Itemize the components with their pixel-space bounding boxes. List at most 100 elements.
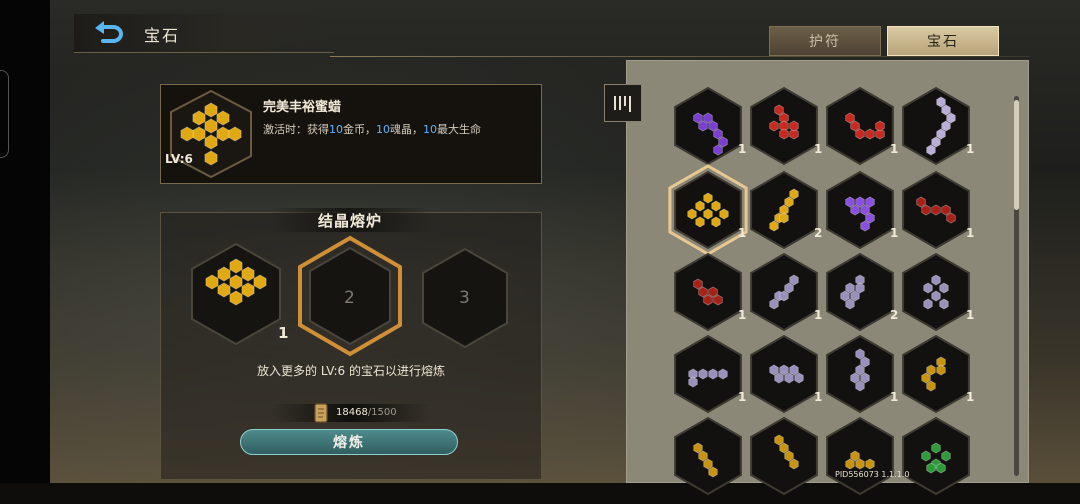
gem-cell [713, 128, 723, 140]
gem-cell [845, 196, 855, 208]
gem-cell [241, 266, 255, 282]
gem-count: 1 [966, 142, 975, 156]
smelt-cost: 18468/1500 [336, 407, 397, 418]
gem-cell [192, 126, 206, 142]
gem-description: 激活时：获得10金币，10魂晶，10最大生命 [263, 123, 481, 136]
gem-cell [688, 376, 698, 388]
furnace-hint: 放入更多的 LV:6 的宝石以进行熔炼 [257, 364, 445, 378]
gem-cell [850, 450, 860, 462]
sort-button[interactable] [604, 84, 642, 122]
gem-cell [713, 294, 723, 306]
gem-cell [217, 282, 231, 298]
gem-cell [769, 120, 779, 132]
furnace-slot-2-label: 2 [344, 288, 355, 308]
smelt-button[interactable]: 熔炼 [240, 429, 458, 455]
gem-cell [693, 442, 703, 454]
gem-cell [941, 204, 951, 216]
scrollbar-thumb[interactable] [1014, 100, 1019, 210]
selected-gem-icon [170, 89, 252, 179]
furnace-slot-1[interactable] [186, 240, 286, 348]
gem-cell [708, 286, 718, 298]
gem-cell [204, 150, 218, 166]
gem-cell [789, 364, 799, 376]
gem-cell [865, 196, 875, 208]
gem-cell [204, 118, 218, 134]
gem-cell [855, 128, 865, 140]
gem-cell [241, 282, 255, 298]
gem-cell [217, 266, 231, 282]
gem-cell [855, 196, 865, 208]
gem-cell [180, 126, 194, 142]
gem-cell [253, 274, 267, 290]
gem-cell [875, 120, 885, 132]
build-id: PID556073 1.1.1.0 [835, 470, 910, 479]
gem-cell [695, 200, 705, 212]
gem-cell [718, 368, 728, 380]
furnace-slot-1-count: 1 [278, 324, 289, 342]
gem-cell [784, 196, 794, 208]
gem-cell [946, 112, 956, 124]
gem-cell [216, 126, 230, 142]
gem-slot[interactable] [891, 408, 981, 504]
gem-cell [926, 144, 936, 156]
screen-notch [0, 70, 9, 158]
gem-cell [931, 204, 941, 216]
gem-cell [698, 120, 708, 132]
tab-amulet[interactable]: 护符 [769, 26, 881, 56]
gem-cell [860, 356, 870, 368]
gem-cell [845, 298, 855, 310]
gem-cell [703, 458, 713, 470]
tab-gem[interactable]: 宝石 [887, 26, 999, 56]
gem-cell [713, 144, 723, 156]
gem-cell [946, 212, 956, 224]
gem-cell [921, 450, 931, 462]
gem-cell [865, 458, 875, 470]
gem-cell [229, 290, 243, 306]
gem-cell [794, 372, 804, 384]
gem-slot[interactable] [891, 78, 981, 174]
gem-cell [784, 372, 794, 384]
gem-level: LV:6 [165, 152, 193, 166]
gem-cell [204, 134, 218, 150]
gem-cell [931, 274, 941, 286]
gem-cell [931, 136, 941, 148]
gem-cell [718, 136, 728, 148]
gem-cell [708, 466, 718, 478]
gem-cell [695, 216, 705, 228]
gem-cell [703, 208, 713, 220]
gem-cell [850, 120, 860, 132]
gem-cell [789, 274, 799, 286]
header-divider [330, 56, 1030, 57]
gem-cell [779, 290, 789, 302]
gem-cell [936, 128, 946, 140]
gem-cell [926, 380, 936, 392]
gem-cell [774, 372, 784, 384]
gem-count: 1 [966, 308, 975, 322]
gem-cell [693, 278, 703, 290]
gem-cell [769, 220, 779, 232]
gem-cell [855, 282, 865, 294]
gem-cell [703, 294, 713, 306]
scroll-cost-icon [314, 403, 328, 423]
gem-cell [855, 364, 865, 376]
gem-cell [708, 368, 718, 380]
gem-cell [769, 364, 779, 376]
gem-cell [192, 110, 206, 126]
gem-cell [941, 120, 951, 132]
gem-cell [860, 220, 870, 232]
gem-slot-frame [674, 252, 742, 332]
gem-count: 1 [966, 226, 975, 240]
gem-cell [860, 204, 870, 216]
gem-cell [229, 274, 243, 290]
gem-cell [789, 120, 799, 132]
gem-cell [855, 458, 865, 470]
gem-slot-frame [826, 170, 894, 250]
gem-cell [216, 110, 230, 126]
back-button[interactable] [88, 20, 128, 48]
gem-cell [941, 104, 951, 116]
gem-cell [916, 196, 926, 208]
gem-count: 1 [966, 390, 975, 404]
gem-cell [865, 128, 875, 140]
gem-cell [711, 216, 721, 228]
gem-cell [840, 290, 850, 302]
